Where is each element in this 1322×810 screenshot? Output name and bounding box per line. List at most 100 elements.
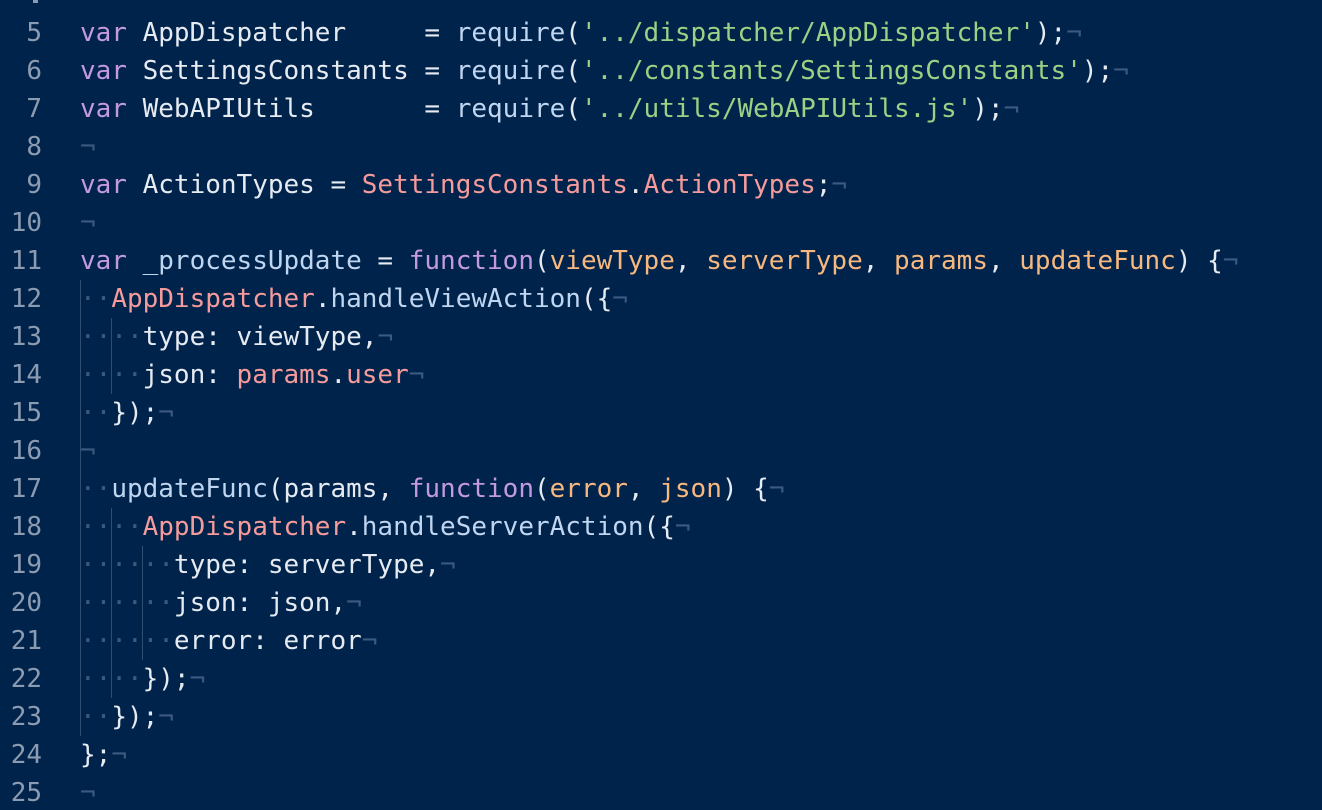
code-token: serverType	[706, 246, 863, 276]
line-code: ··});¬	[80, 394, 174, 432]
line-number: 7	[26, 94, 42, 124]
code-line[interactable]: 8 ¬	[0, 128, 1322, 166]
line-code: var AppDispatcher = require('../dispatch…	[80, 14, 1082, 52]
code-editor[interactable]: 5 var AppDispatcher = require('../dispatc…	[0, 0, 1322, 810]
code-line[interactable]: 16 ¬	[0, 432, 1322, 470]
code-token: viewType	[549, 246, 675, 276]
line-number: 24	[10, 740, 42, 770]
end-of-line-marker: ¬	[612, 284, 628, 314]
code-line[interactable]: 17 ··updateFunc(params, function(error, j…	[0, 470, 1322, 508]
whitespace-marker: ····	[80, 664, 143, 694]
code-line[interactable]: 11 var _processUpdate = function(viewType…	[0, 242, 1322, 280]
line-number: 25	[10, 778, 42, 808]
code-token: '../constants/SettingsConstants'	[580, 56, 1082, 86]
line-code: ····type: viewType,¬	[80, 318, 393, 356]
line-code: ··AppDispatcher.handleViewAction({¬	[80, 280, 628, 318]
code-line[interactable]: 13 ····type: viewType,¬	[0, 318, 1322, 356]
code-line[interactable]: 24 };¬	[0, 736, 1322, 774]
code-token: );	[1081, 56, 1114, 86]
line-code: ¬	[80, 774, 96, 810]
code-line[interactable]: 14 ····json: params.user¬	[0, 356, 1322, 394]
line-number: 19	[10, 550, 42, 580]
end-of-line-marker: ¬	[189, 664, 206, 694]
line-number: 23	[10, 702, 42, 732]
code-token: });	[111, 398, 159, 428]
code-line[interactable]: 12 ··AppDispatcher.handleViewAction({¬	[0, 280, 1322, 318]
code-line[interactable]: 7 var WebAPIUtils = require('../utils/Web…	[0, 90, 1322, 128]
code-line[interactable]: 15 ··});¬	[0, 394, 1322, 432]
code-token: error	[549, 474, 628, 504]
code-token: (	[565, 18, 581, 48]
end-of-line-marker: ¬	[1003, 94, 1020, 124]
line-number: 10	[10, 208, 42, 238]
code-line[interactable]: 6 var SettingsConstants = require('../con…	[0, 52, 1322, 90]
code-token: ) {	[1175, 246, 1223, 276]
code-token: type: viewType,	[142, 322, 378, 352]
code-token: ActionTypes	[643, 170, 816, 200]
code-token: handleServerAction	[361, 512, 644, 542]
code-line[interactable]: 10 ¬	[0, 204, 1322, 242]
code-token: (	[533, 474, 550, 504]
line-number: 21	[10, 626, 42, 656]
line-number: 20	[10, 588, 42, 618]
code-token: params	[236, 360, 331, 390]
code-token: (	[565, 94, 581, 124]
line-code: };¬	[80, 736, 127, 774]
code-token: });	[142, 664, 190, 694]
code-line[interactable]: 25 ¬	[0, 774, 1322, 810]
code-line[interactable]: 5 var AppDispatcher = require('../dispatc…	[0, 14, 1322, 52]
line-code: var ActionTypes = SettingsConstants.Acti…	[80, 166, 847, 204]
line-code: ··updateFunc(params, function(error, jso…	[80, 470, 784, 508]
line-number: 13	[10, 322, 42, 352]
end-of-line-marker: ¬	[674, 512, 691, 542]
whitespace-marker: ··	[80, 474, 112, 504]
code-token: SettingsConstants =	[126, 56, 456, 86]
code-token: WebAPIUtils =	[126, 94, 456, 124]
end-of-line-marker: ¬	[361, 626, 378, 656]
line-code: ······type: serverType,¬	[80, 546, 456, 584]
end-of-line-marker: ¬	[1066, 18, 1082, 48]
line-number: 16	[10, 436, 42, 466]
code-token: AppDispatcher	[111, 284, 315, 314]
code-token: ;	[815, 170, 832, 200]
code-token: ,	[674, 246, 707, 276]
code-token: .	[314, 284, 331, 314]
code-line[interactable]: 9 var ActionTypes = SettingsConstants.Act…	[0, 166, 1322, 204]
code-token: _processUpdate	[126, 246, 362, 276]
line-number: 17	[10, 474, 42, 504]
code-token: (params,	[267, 474, 409, 504]
code-token: require	[455, 18, 566, 48]
code-line[interactable]: 22 ····});¬	[0, 660, 1322, 698]
code-token: function	[408, 246, 534, 276]
line-number: 9	[26, 170, 42, 200]
code-token: });	[111, 702, 159, 732]
code-token: json:	[142, 360, 237, 390]
code-token: ({	[580, 284, 613, 314]
code-token: ,	[627, 474, 660, 504]
line-code: ¬	[80, 128, 96, 166]
code-token: json: json,	[173, 588, 347, 618]
code-token: json	[659, 474, 722, 504]
end-of-line-marker: ¬	[80, 132, 96, 162]
code-token: updateFunc	[111, 474, 268, 504]
code-token: };	[80, 740, 112, 770]
end-of-line-marker: ¬	[1222, 246, 1239, 276]
line-number: 22	[10, 664, 42, 694]
line-number: 18	[10, 512, 42, 542]
code-line[interactable]: 21 ······error: error¬	[0, 622, 1322, 660]
line-code: ······error: error¬	[80, 622, 377, 660]
code-token: );	[1034, 18, 1067, 48]
code-line[interactable]: 20 ······json: json,¬	[0, 584, 1322, 622]
line-number: 12	[10, 284, 42, 314]
code-token: var	[80, 170, 127, 200]
code-line[interactable]: 23 ··});¬	[0, 698, 1322, 736]
line-code: var SettingsConstants = require('../cons…	[80, 52, 1129, 90]
code-line[interactable]: 18 ····AppDispatcher.handleServerAction({…	[0, 508, 1322, 546]
line-code: ····});¬	[80, 660, 205, 698]
end-of-line-marker: ¬	[768, 474, 785, 504]
line-code: ¬	[80, 204, 96, 242]
code-token: ActionTypes =	[126, 170, 362, 200]
code-token: ,	[987, 246, 1020, 276]
line-code: ····json: params.user¬	[80, 356, 424, 394]
code-line[interactable]: 19 ······type: serverType,¬	[0, 546, 1322, 584]
